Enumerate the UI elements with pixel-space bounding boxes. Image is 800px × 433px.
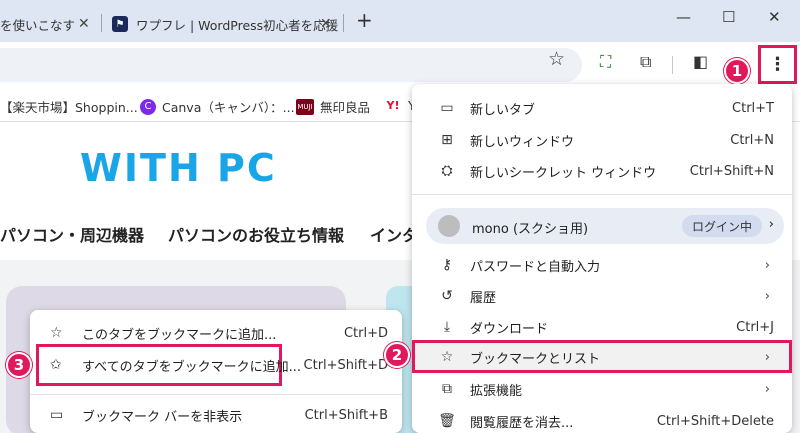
star-icon: ☆: [440, 349, 454, 365]
address-bar[interactable]: [0, 48, 582, 82]
nav-item-pc[interactable]: パソコン・周辺機器: [0, 222, 144, 246]
menu-shortcut: Ctrl+Shift+N: [689, 163, 774, 179]
bookmarks-submenu: ☆ このタブをブックマークに追加... Ctrl+D ✩ すべてのタブをブックマ…: [30, 310, 402, 433]
menu-item-label: 拡張機能: [470, 383, 523, 399]
star-multi-icon: ✩: [50, 357, 62, 373]
chevron-right-icon: ›: [768, 217, 774, 232]
key-icon: ⚷: [441, 257, 453, 273]
menu-item-label: パスワードと自動入力: [470, 259, 601, 275]
menu-item-history[interactable]: ↺ 履歴 ›: [412, 280, 792, 312]
step-badge-3: 3: [6, 352, 32, 378]
history-icon: ↺: [441, 288, 453, 304]
menu-item-passwords[interactable]: ⚷ パスワードと自動入力 ›: [412, 249, 792, 281]
menu-item-label: 履歴: [470, 290, 497, 306]
profile-row[interactable]: mono (スクショ用) ログイン中 ›: [426, 208, 784, 244]
menu-item-new-tab[interactable]: ▭ 新しいタブ Ctrl+T: [412, 92, 792, 124]
menu-item-label: 新しいウィンドウ: [470, 134, 575, 150]
menu-item-label: 新しいシークレット ウィンドウ: [470, 165, 657, 181]
new-tab-icon: ▭: [440, 100, 454, 116]
trash-icon: 🗑: [438, 413, 456, 429]
menu-shortcut: Ctrl+N: [730, 132, 774, 148]
canva-icon: C: [140, 98, 156, 115]
chrome-main-menu: ▭ 新しいタブ Ctrl+T ⊞ 新しいウィンドウ Ctrl+N ⛭ 新しいシー…: [412, 84, 792, 433]
new-tab-button[interactable]: +: [356, 8, 373, 32]
bookmark-star-icon[interactable]: ☆: [548, 48, 565, 70]
submenu-item-bookmark-all-tabs[interactable]: ✩ すべてのタブをブックマークに追加... Ctrl+Shift+D: [30, 350, 402, 380]
tab-2[interactable]: ⚑ ワプフレ | WordPress初心者を応援 ✕: [106, 6, 342, 42]
extension-icon[interactable]: ⧉: [640, 52, 651, 72]
submenu-shortcut: Ctrl+Shift+D: [303, 357, 388, 373]
chevron-right-icon: ›: [764, 257, 770, 273]
minimize-button[interactable]: —: [676, 8, 691, 26]
site-logo[interactable]: WITH PC: [80, 146, 277, 190]
bookmark-label: Canva（キャンバ）：...: [162, 100, 295, 115]
tab-separator: [101, 14, 102, 32]
submenu-item-hide-bookmark-bar[interactable]: ▭ ブックマーク バーを非表示 Ctrl+Shift+B: [30, 400, 402, 430]
chevron-right-icon: ›: [764, 349, 770, 365]
submenu-divider: [30, 394, 402, 395]
download-icon: ⤓: [443, 319, 451, 335]
menu-shortcut: Ctrl+Shift+Delete: [656, 413, 774, 429]
chevron-right-icon: ›: [764, 288, 770, 304]
tab-title: ワプフレ | WordPress初心者を応援: [136, 17, 339, 33]
new-window-icon: ⊞: [441, 132, 453, 148]
flag-icon: ⚑: [112, 16, 128, 32]
menu-item-extensions[interactable]: ⧉ 拡張機能 ›: [412, 373, 792, 405]
submenu-shortcut: Ctrl+Shift+B: [304, 407, 388, 423]
tab-title: を使いこなす: [0, 17, 76, 33]
bookmark-label: 無印良品: [320, 100, 371, 115]
muji-icon: MUJI: [296, 98, 314, 115]
bookmark-label: 【楽天市場】Shoppin...: [0, 100, 138, 115]
menu-shortcut: Ctrl+T: [732, 100, 774, 116]
submenu-item-label: ブックマーク バーを非表示: [82, 409, 243, 425]
menu-item-incognito[interactable]: ⛭ 新しいシークレット ウィンドウ Ctrl+Shift+N: [412, 155, 792, 187]
toolbar: ☆ ⛶ ⧉ ◧ ⋮ 1: [0, 42, 800, 88]
login-status-badge: ログイン中: [682, 215, 763, 237]
chrome-menu-button[interactable]: ⋮: [758, 45, 797, 84]
star-outline-icon: ☆: [50, 325, 63, 341]
more-vert-icon: ⋮: [768, 54, 787, 75]
screenshot-icon[interactable]: ⛶: [600, 52, 611, 72]
menu-item-label: ダウンロード: [470, 321, 549, 337]
tab-separator: [343, 14, 344, 32]
bookmark-muji[interactable]: MUJI 無印良品: [296, 97, 370, 116]
tab-1[interactable]: を使いこなす ✕: [0, 6, 100, 42]
maximize-button[interactable]: ☐: [722, 8, 735, 26]
bookmark-yahoo[interactable]: Y! Y: [384, 97, 416, 113]
side-panel-icon[interactable]: ◧: [693, 52, 708, 71]
menu-shortcut: Ctrl+J: [736, 319, 774, 335]
incognito-icon: ⛭: [441, 163, 453, 179]
close-tab-icon[interactable]: ✕: [78, 16, 90, 32]
menu-item-label: ブックマークとリスト: [470, 351, 601, 367]
menu-item-clear-history[interactable]: 🗑 閲覧履歴を消去... Ctrl+Shift+Delete: [412, 405, 792, 433]
chevron-right-icon: ›: [764, 381, 770, 397]
menu-item-new-window[interactable]: ⊞ 新しいウィンドウ Ctrl+N: [412, 124, 792, 156]
step-badge-2: 2: [384, 342, 410, 368]
submenu-item-label: このタブをブックマークに追加...: [82, 327, 277, 343]
bookmark-bar-icon: ▭: [50, 407, 64, 423]
menu-item-bookmarks-lists[interactable]: ☆ ブックマークとリスト ›: [412, 341, 792, 373]
submenu-shortcut: Ctrl+D: [343, 325, 388, 341]
menu-item-downloads[interactable]: ⤓ ダウンロード Ctrl+J: [412, 311, 792, 343]
extension-icon: ⧉: [442, 381, 452, 397]
menu-item-label: 閲覧履歴を消去...: [470, 415, 574, 431]
avatar: [438, 215, 460, 237]
bookmark-rakuten[interactable]: 【楽天市場】Shoppin...: [0, 97, 138, 116]
bookmark-canva[interactable]: C Canva（キャンバ）：...: [140, 97, 295, 116]
profile-name: mono (スクショ用): [472, 222, 589, 237]
submenu-item-label: すべてのタブをブックマークに追加...: [82, 359, 301, 375]
menu-item-label: 新しいタブ: [470, 102, 536, 118]
menu-divider: [412, 194, 792, 195]
nav-item-internet[interactable]: インタ: [370, 222, 418, 246]
close-tab-icon[interactable]: ✕: [320, 16, 332, 32]
tab-strip: を使いこなす ✕ ⚑ ワプフレ | WordPress初心者を応援 ✕ + — …: [0, 0, 800, 42]
yahoo-icon: Y!: [384, 97, 402, 113]
toolbar-separator: [672, 56, 673, 74]
step-badge-1: 1: [724, 58, 750, 84]
close-window-button[interactable]: ✕: [768, 8, 781, 26]
nav-item-tips[interactable]: パソコンのお役立ち情報: [168, 222, 344, 246]
